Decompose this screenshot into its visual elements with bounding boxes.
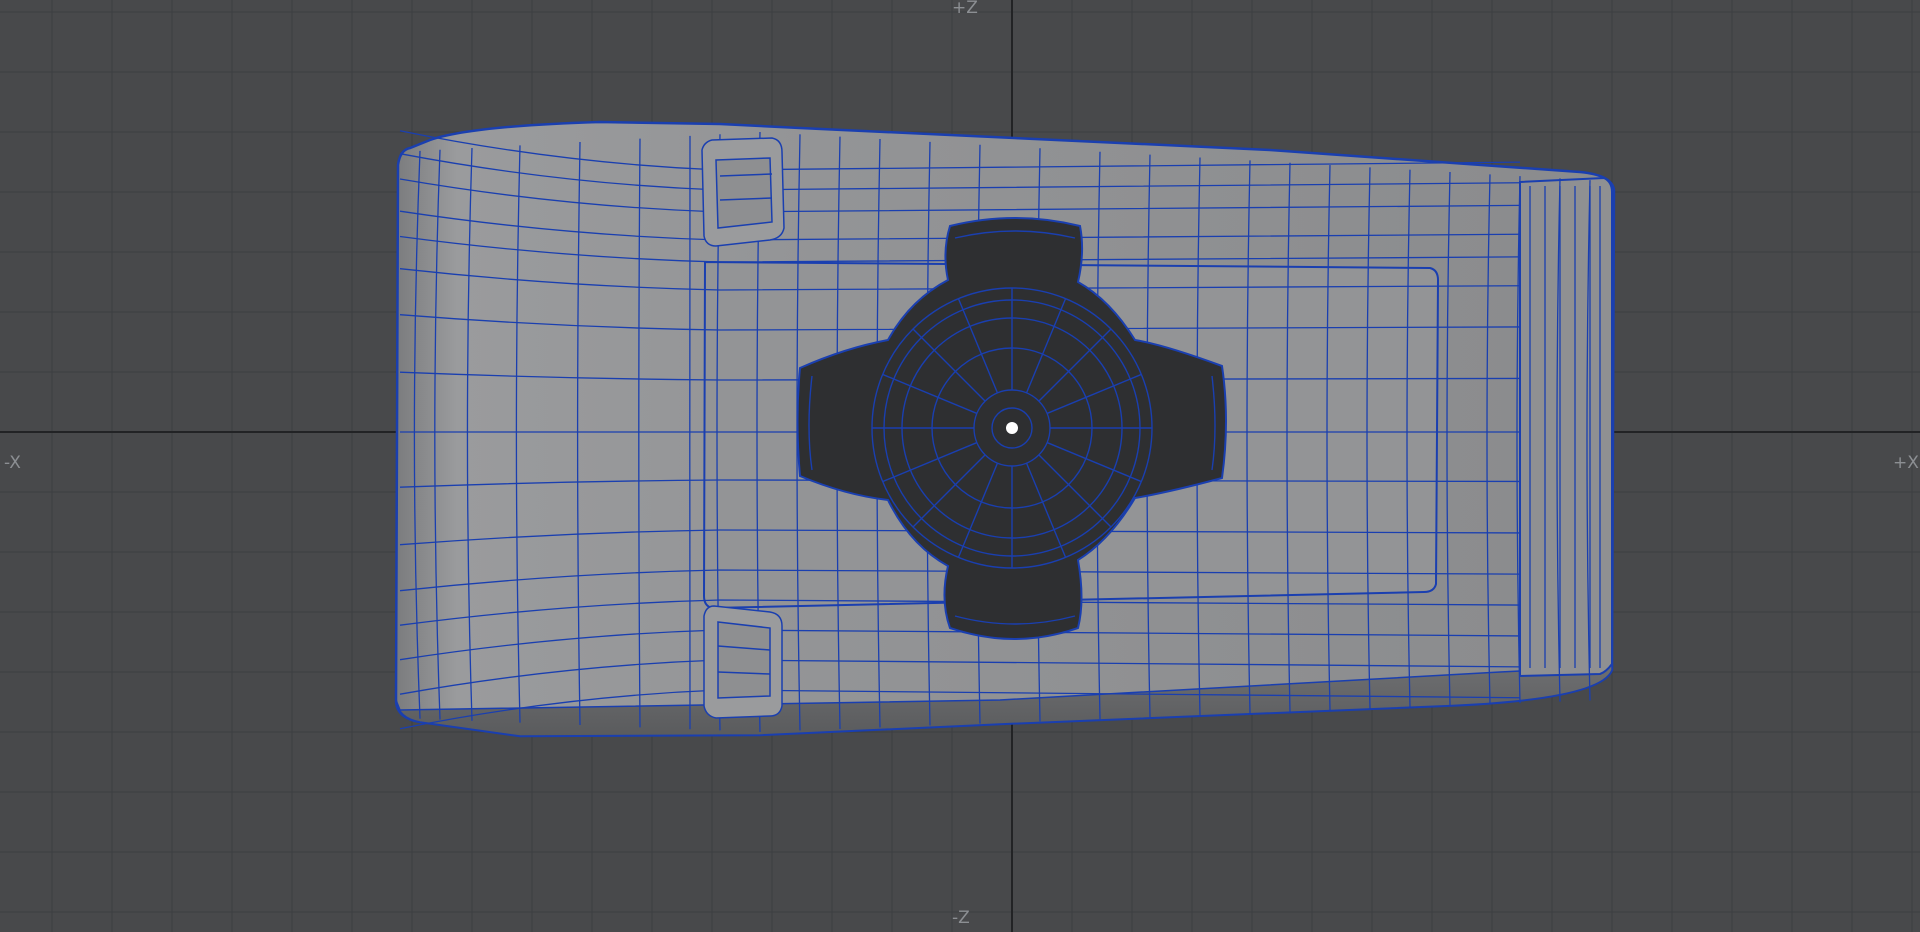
- axis-label-pos-x: +X: [1893, 453, 1919, 473]
- axis-label-neg-z: -Z: [952, 908, 970, 928]
- mesh-clip-top: [701, 137, 785, 247]
- viewport-canvas[interactable]: [0, 0, 1920, 932]
- axis-label-pos-z: +Z: [952, 0, 978, 18]
- axis-label-neg-x: -X: [4, 453, 21, 473]
- knob-center-dot: [1006, 422, 1018, 434]
- 3d-viewport-top-view[interactable]: +Z -Z -X +X: [0, 0, 1920, 932]
- mesh-end-cap: [1519, 176, 1613, 678]
- mesh-clip-bottom: [703, 605, 783, 719]
- mesh-object[interactable]: [394, 120, 1616, 738]
